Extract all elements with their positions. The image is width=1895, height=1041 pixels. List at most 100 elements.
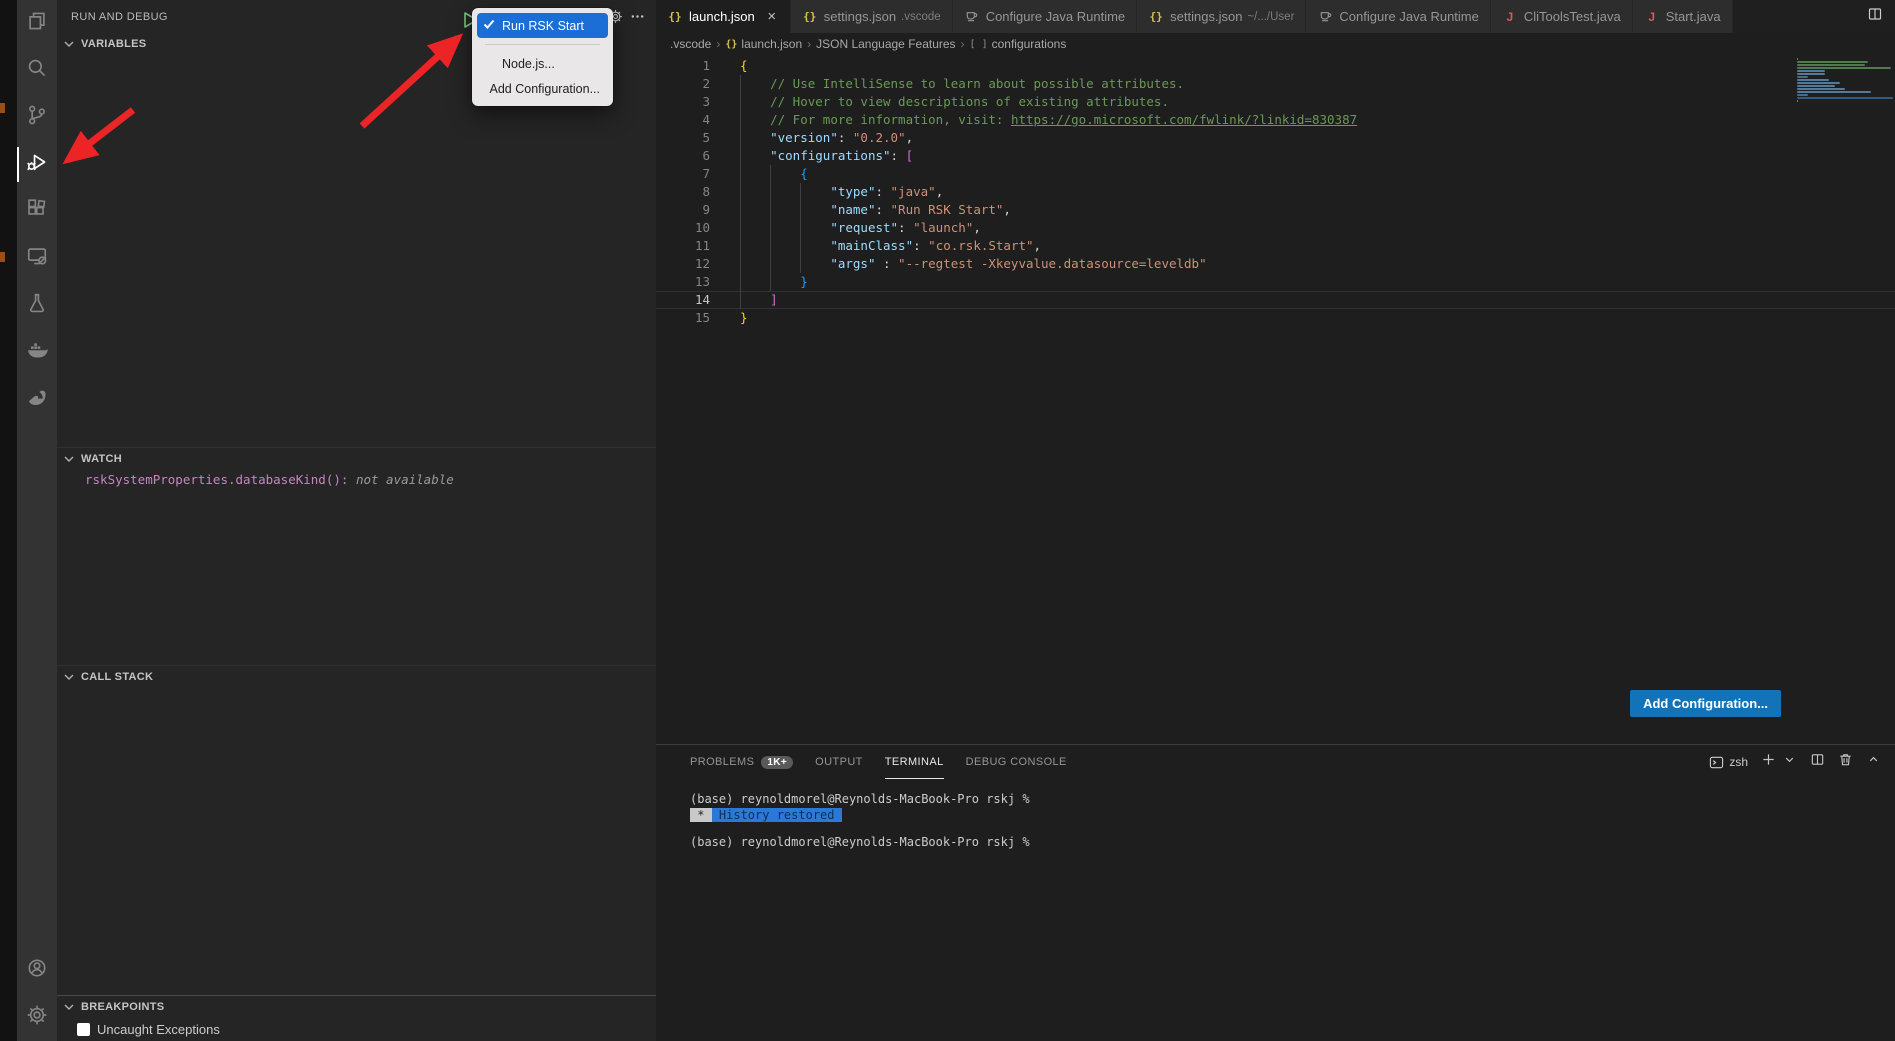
activity-item-source-control[interactable] <box>17 94 57 141</box>
minimap-line <box>1797 100 1798 102</box>
code-line-6: 6 "configurations": [ <box>656 147 1895 165</box>
breadcrumb-label: JSON Language Features <box>816 37 955 51</box>
source-control-icon <box>26 104 48 131</box>
launch-profile-chevron-icon[interactable] <box>1782 752 1797 772</box>
terminal-content[interactable]: (base) reynoldmorel@Reynolds-MacBook-Pro… <box>656 779 1895 850</box>
panel-tab-debug-console[interactable]: DEBUG CONSOLE <box>966 745 1067 779</box>
breadcrumb-separator: › <box>961 37 965 51</box>
minimap[interactable] <box>1797 58 1893 103</box>
panel-tab-label: OUTPUT <box>815 756 863 768</box>
split-terminal-icon[interactable] <box>1810 752 1825 772</box>
chevron-down-icon <box>61 669 77 685</box>
kill-terminal-trash-icon[interactable] <box>1838 752 1853 772</box>
code-line-7: 7 { <box>656 165 1895 183</box>
watch-expression-row[interactable]: rskSystemProperties.databaseKind(): not … <box>57 470 656 487</box>
watch-value: not available <box>356 472 454 487</box>
activity-item-run-and-debug[interactable] <box>17 141 57 188</box>
breadcrumb-item[interactable]: .vscode <box>670 37 711 51</box>
tab-label: Configure Java Runtime <box>986 9 1125 24</box>
tab-label: settings.json <box>1170 9 1242 24</box>
checkmark-icon <box>483 18 496 33</box>
line-number: 9 <box>656 201 724 219</box>
tab-label: settings.json <box>824 9 896 24</box>
breadcrumb-item[interactable]: {}launch.json <box>725 37 802 51</box>
activity-item-gradle[interactable] <box>17 376 57 423</box>
activity-item-settings[interactable] <box>17 994 57 1041</box>
panel-tab-terminal[interactable]: TERMINAL <box>885 745 944 779</box>
watch-section-header[interactable]: WATCH <box>57 448 656 470</box>
array-symbol-icon: [ ] <box>970 39 988 50</box>
tab-label: Configure Java Runtime <box>1339 9 1478 24</box>
breakpoints-section-header[interactable]: BREAKPOINTS <box>57 996 656 1018</box>
menu-item-add-configuration-[interactable]: Add Configuration... <box>477 76 608 101</box>
minimap-line <box>1797 64 1865 66</box>
tab-clitoolstest-java[interactable]: JCliToolsTest.java <box>1491 0 1633 33</box>
activity-item-docker[interactable] <box>17 329 57 376</box>
editor-column: {}launch.json×{}settings.json.vscodeConf… <box>656 0 1895 1041</box>
activity-item-accounts[interactable] <box>17 947 57 994</box>
code-text: // For more information, visit: https://… <box>740 111 1357 129</box>
breadcrumb-separator: › <box>807 37 811 51</box>
panel-tab-problems[interactable]: PROBLEMS1K+ <box>690 745 793 779</box>
code-line-3: 3 // Hover to view descriptions of exist… <box>656 93 1895 111</box>
code-editor[interactable]: 1{2 // Use IntelliSense to learn about p… <box>656 55 1895 744</box>
activity-item-extensions[interactable] <box>17 188 57 235</box>
breadcrumb-item[interactable]: JSON Language Features <box>816 37 955 51</box>
close-tab-icon[interactable]: × <box>765 8 779 25</box>
java-file-icon: J <box>1644 10 1660 24</box>
call-stack-section: CALL STACK <box>57 665 656 995</box>
tab-launch-json[interactable]: {}launch.json× <box>656 0 791 33</box>
vscode-window: RUN AND DEBUG VARIABLES WATCH rskSystemP… <box>0 0 1895 1041</box>
call-stack-section-header[interactable]: CALL STACK <box>57 666 656 688</box>
tab-settings-json[interactable]: {}settings.json.vscode <box>791 0 953 33</box>
menu-item-run-rsk-start[interactable]: Run RSK Start <box>477 13 608 38</box>
add-configuration-button[interactable]: Add Configuration... <box>1630 690 1781 717</box>
activity-item-explorer[interactable] <box>17 0 57 47</box>
line-number: 7 <box>656 165 724 183</box>
history-restored-label: History restored <box>712 808 842 822</box>
shell-chip[interactable]: zsh <box>1709 755 1748 770</box>
indent-guide <box>770 165 771 291</box>
minimap-line <box>1797 70 1825 72</box>
launch-configuration-menu: Run RSK Start Node.js...Add Configuration… <box>472 8 613 106</box>
tab-configure-java-runtime[interactable]: Configure Java Runtime <box>953 0 1137 33</box>
tab-label: CliToolsTest.java <box>1524 9 1621 24</box>
line-number: 1 <box>656 57 724 75</box>
new-terminal-icon[interactable] <box>1761 752 1776 772</box>
docker-icon <box>26 339 48 366</box>
activity-item-testing[interactable] <box>17 282 57 329</box>
extensions-icon <box>26 198 48 225</box>
tab-start-java[interactable]: JStart.java <box>1633 0 1733 33</box>
minimap-line <box>1797 67 1891 69</box>
menu-item-node-js-[interactable]: Node.js... <box>477 51 608 76</box>
split-editor-icon[interactable] <box>1867 6 1883 27</box>
minimap-line <box>1797 79 1829 81</box>
tab-configure-java-runtime[interactable]: Configure Java Runtime <box>1306 0 1490 33</box>
activity-item-remote-explorer[interactable] <box>17 235 57 282</box>
code-line-10: 10 "request": "launch", <box>656 219 1895 237</box>
panel-tab-output[interactable]: OUTPUT <box>815 745 863 779</box>
java-runtime-cup-icon <box>1317 8 1333 26</box>
line-number: 4 <box>656 111 724 129</box>
tab-settings-json[interactable]: {}settings.json~/.../User <box>1137 0 1306 33</box>
menu-separator <box>485 44 600 45</box>
breadcrumb-separator: › <box>716 37 720 51</box>
sidebar-more-actions-icon[interactable] <box>626 6 648 28</box>
terminal-history-restored-line: * History restored <box>690 807 1895 823</box>
terminal-prompt-line: (base) reynoldmorel@Reynolds-MacBook-Pro… <box>690 791 1895 807</box>
call-stack-section-label: CALL STACK <box>81 671 153 683</box>
code-text: // Hover to view descriptions of existin… <box>740 93 1169 111</box>
maximize-panel-chevron-icon[interactable] <box>1866 752 1881 772</box>
settings-icon <box>26 1004 48 1031</box>
code-text: "version": "0.2.0", <box>740 129 913 147</box>
line-number: 8 <box>656 183 724 201</box>
code-text: } <box>740 273 808 291</box>
testing-icon <box>26 292 48 319</box>
watch-expression: rskSystemProperties.databaseKind(): <box>85 472 348 487</box>
uncaught-exceptions-checkbox[interactable] <box>77 1023 90 1036</box>
breadcrumb-item[interactable]: [ ] configurations <box>970 37 1067 51</box>
breadcrumb-label: configurations <box>992 37 1067 51</box>
java-runtime-cup-icon <box>964 8 980 26</box>
activity-item-search[interactable] <box>17 47 57 94</box>
line-number: 6 <box>656 147 724 165</box>
